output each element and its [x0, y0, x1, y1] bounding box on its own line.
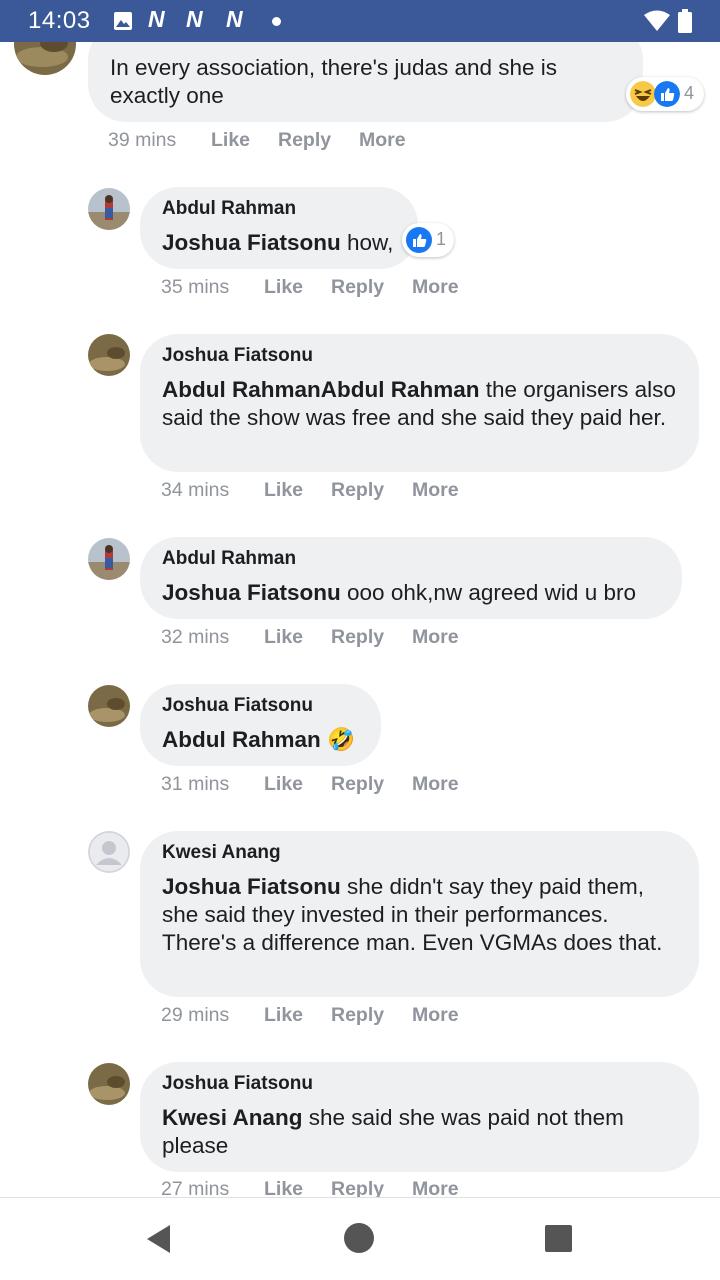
avatar[interactable]	[88, 538, 130, 580]
avatar-image	[88, 685, 130, 727]
comments-feed[interactable]: In every association, there's judas and …	[0, 42, 720, 1197]
like-button[interactable]: Like	[264, 276, 303, 299]
like-button[interactable]: Like	[264, 1178, 303, 1197]
comment-time: 34 mins	[161, 479, 230, 501]
comment-time: 35 mins	[161, 276, 230, 298]
comment-text: Joshua Fiatsonu she didn't say they paid…	[162, 874, 663, 955]
comment-time: 31 mins	[161, 773, 230, 795]
reaction-count: 4	[684, 83, 695, 103]
n-icon: N	[226, 6, 243, 32]
image-icon	[114, 12, 132, 30]
comment-text: Kwesi Anang she said she was paid not th…	[162, 1105, 624, 1158]
comment-text: In every association, there's judas and …	[110, 55, 558, 108]
more-button[interactable]: More	[412, 1004, 459, 1027]
recents-icon[interactable]	[545, 1225, 572, 1252]
comment-text: Abdul RahmanAbdul Rahman the organisers …	[162, 377, 676, 430]
facebook-comments-screen: 14:03 N N N In every association, there'…	[0, 0, 720, 1280]
haha-icon	[630, 81, 656, 107]
comment-bubble[interactable]: Abdul Rahman Joshua Fiatsonu how,	[140, 187, 418, 269]
avatar[interactable]	[88, 334, 130, 376]
avatar-image	[88, 1063, 130, 1105]
mention-link[interactable]: Joshua Fiatsonu	[162, 230, 341, 255]
rofl-emoji: 🤣	[320, 727, 356, 752]
like-button[interactable]: Like	[264, 773, 303, 796]
mention-link[interactable]: Joshua Fiatsonu	[162, 874, 341, 899]
navigation-bar	[0, 1197, 720, 1280]
mention-link[interactable]: Kwesi Anang	[162, 1105, 302, 1130]
comment-author[interactable]: Abdul Rahman	[162, 198, 296, 220]
comment-bubble[interactable]: Joshua Fiatsonu Abdul RahmanAbdul Rahman…	[140, 334, 699, 472]
more-button[interactable]: More	[412, 626, 459, 649]
reply-button[interactable]: Reply	[278, 129, 331, 152]
avatar[interactable]	[88, 831, 130, 873]
reply-button[interactable]: Reply	[331, 1178, 384, 1197]
avatar-image	[88, 188, 130, 230]
reaction-summary[interactable]: 4	[626, 77, 704, 111]
comment-bubble[interactable]: Abdul Rahman Joshua Fiatsonu ooo ohk,nw …	[140, 537, 682, 619]
n-icon: N	[186, 6, 203, 32]
wifi-icon	[644, 10, 670, 31]
comment-author[interactable]: Joshua Fiatsonu	[162, 1073, 313, 1095]
comment-author[interactable]: Kwesi Anang	[162, 842, 281, 864]
comment-time: 27 mins	[161, 1178, 230, 1197]
like-button[interactable]: Like	[211, 129, 250, 152]
avatar[interactable]	[88, 1063, 130, 1105]
home-icon[interactable]	[343, 1222, 375, 1254]
reaction-summary[interactable]: 1	[402, 223, 454, 257]
comment-bubble[interactable]: In every association, there's judas and …	[88, 42, 643, 122]
mention-link[interactable]: Abdul RahmanAbdul Rahman	[162, 377, 480, 402]
like-icon	[406, 227, 432, 253]
battery-icon	[678, 9, 692, 33]
more-button[interactable]: More	[412, 773, 459, 796]
like-icon	[654, 81, 680, 107]
reply-button[interactable]: Reply	[331, 1004, 384, 1027]
more-button[interactable]: More	[412, 479, 459, 502]
comment-bubble[interactable]: Joshua Fiatsonu Kwesi Anang she said she…	[140, 1062, 699, 1172]
avatar[interactable]	[14, 42, 76, 75]
reply-button[interactable]: Reply	[331, 773, 384, 796]
comment-bubble[interactable]: Kwesi Anang Joshua Fiatsonu she didn't s…	[140, 831, 699, 997]
comment-author[interactable]: Abdul Rahman	[162, 548, 296, 570]
comment-time: 39 mins	[108, 129, 177, 151]
avatar[interactable]	[88, 188, 130, 230]
comment-text: Joshua Fiatsonu ooo ohk,nw agreed wid u …	[162, 580, 636, 605]
more-button[interactable]: More	[412, 276, 459, 299]
avatar-image	[88, 334, 130, 376]
comment-time: 29 mins	[161, 1004, 230, 1026]
reply-button[interactable]: Reply	[331, 479, 384, 502]
comment-bubble[interactable]: Joshua Fiatsonu Abdul Rahman 🤣	[140, 684, 381, 766]
like-button[interactable]: Like	[264, 1004, 303, 1027]
comment-time: 32 mins	[161, 626, 230, 648]
mention-link[interactable]: Joshua Fiatsonu	[162, 580, 341, 605]
reaction-count: 1	[436, 229, 447, 249]
dot-icon	[272, 17, 281, 26]
default-avatar-icon	[88, 831, 130, 873]
status-bar: 14:03 N N N	[0, 0, 720, 42]
avatar-image	[88, 538, 130, 580]
more-button[interactable]: More	[412, 1178, 459, 1197]
n-icon: N	[148, 6, 165, 32]
avatar[interactable]	[88, 685, 130, 727]
comment-text: Abdul Rahman 🤣	[162, 726, 355, 754]
mention-link[interactable]: Abdul Rahman	[162, 727, 321, 752]
like-button[interactable]: Like	[264, 479, 303, 502]
comment-author[interactable]: Joshua Fiatsonu	[162, 695, 313, 717]
back-icon[interactable]	[144, 1223, 174, 1255]
avatar-image	[14, 42, 76, 75]
reply-button[interactable]: Reply	[331, 276, 384, 299]
status-time: 14:03	[28, 7, 91, 34]
reply-button[interactable]: Reply	[331, 626, 384, 649]
like-button[interactable]: Like	[264, 626, 303, 649]
more-button[interactable]: More	[359, 129, 406, 152]
comment-text: Joshua Fiatsonu how,	[162, 230, 394, 255]
comment-author[interactable]: Joshua Fiatsonu	[162, 345, 313, 367]
